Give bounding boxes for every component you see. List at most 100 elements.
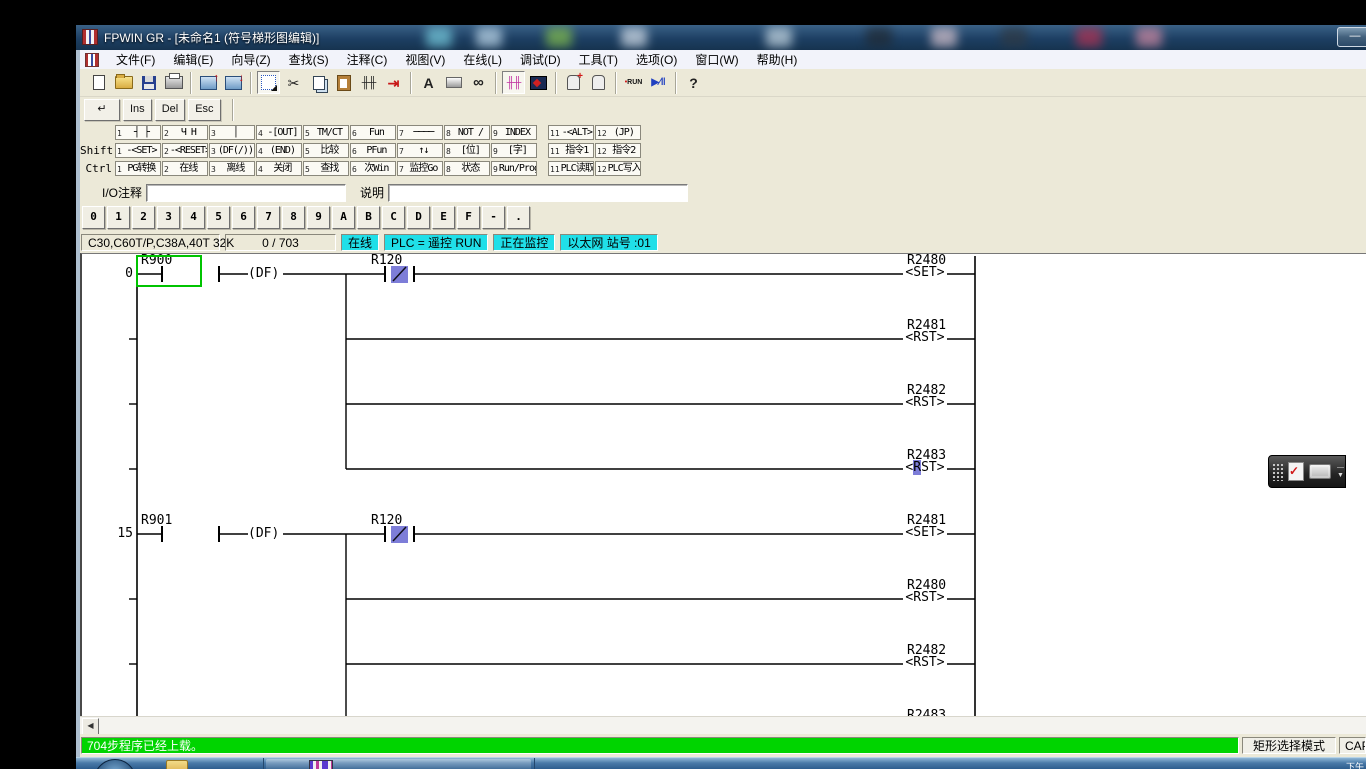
fkey-shift-f4[interactable]: 4(END) xyxy=(256,143,302,158)
fkey-shift-f1[interactable]: 1-<SET> xyxy=(115,143,161,158)
scroll-left-button[interactable]: ◀ xyxy=(82,718,99,735)
save-icon[interactable] xyxy=(137,71,160,94)
find-icon[interactable]: ∞ xyxy=(467,71,490,94)
numpad-key-A[interactable]: A xyxy=(332,206,355,229)
online-connect-icon[interactable]: + xyxy=(562,71,585,94)
minimize-button[interactable]: — xyxy=(1337,27,1366,47)
fkey-shift-f3[interactable]: 3(DF(/)) xyxy=(209,143,255,158)
fkey-ctrl-f9[interactable]: 9Run/Prog xyxy=(491,161,537,176)
online-status-badge[interactable]: 在线 xyxy=(341,234,379,251)
menu-options[interactable]: 选项(O) xyxy=(627,49,686,70)
fkey-shift-f2[interactable]: 2-<RESET> xyxy=(162,143,208,158)
numpad-key-5[interactable]: 5 xyxy=(207,206,230,229)
cut-icon[interactable]: ✂ xyxy=(282,71,305,94)
enter-key[interactable]: ↵ xyxy=(84,99,120,121)
offline-icon[interactable] xyxy=(587,71,610,94)
titlebar[interactable]: FPWIN GR - [未命名1 (符号梯形图编辑)] — xyxy=(76,25,1366,51)
numpad-key-3[interactable]: 3 xyxy=(157,206,180,229)
menu-help[interactable]: 帮助(H) xyxy=(748,49,807,70)
comment-block-icon[interactable] xyxy=(442,71,465,94)
menu-file[interactable]: 文件(F) xyxy=(107,49,164,70)
fkey-ctrl-f6[interactable]: 6次Win xyxy=(350,161,396,176)
fkey-ctrl-f8[interactable]: 8状态 xyxy=(444,161,490,176)
fkey-ctrl-f3[interactable]: 3离线 xyxy=(209,161,255,176)
document-icon[interactable] xyxy=(85,53,99,67)
plc-mode-badge[interactable]: PLC = 遥控 RUN xyxy=(384,234,488,251)
taskbar[interactable]: 下午 xyxy=(76,757,1366,769)
numpad-key-4[interactable]: 4 xyxy=(182,206,205,229)
paste-icon[interactable] xyxy=(332,71,355,94)
fkey-f9[interactable]: 9INDEX xyxy=(491,125,537,140)
fkey-f5[interactable]: 5TM/CT xyxy=(303,125,349,140)
menu-comment[interactable]: 注释(C) xyxy=(338,49,397,70)
run-prog-toggle-icon[interactable]: ▶⁄‖ xyxy=(647,71,670,94)
io-comment-input[interactable] xyxy=(146,184,346,202)
numpad-key-9[interactable]: 9 xyxy=(307,206,330,229)
description-input[interactable] xyxy=(388,184,688,202)
ins-key[interactable]: Ins xyxy=(123,99,152,121)
fkey-shift-f7[interactable]: 7↑↓ xyxy=(397,143,443,158)
print-icon[interactable] xyxy=(162,71,185,94)
ime-document-icon[interactable] xyxy=(1288,462,1304,481)
langbar-minimize-icon[interactable]: — xyxy=(1337,464,1344,472)
numpad-key-7[interactable]: 7 xyxy=(257,206,280,229)
fkey-f7[interactable]: 7──── xyxy=(397,125,443,140)
numpad-key-C[interactable]: C xyxy=(382,206,405,229)
convert-icon[interactable]: ⇥ xyxy=(382,71,405,94)
fkey-shift-f6[interactable]: 6PFun xyxy=(350,143,396,158)
numpad-key-0[interactable]: 0 xyxy=(82,206,105,229)
fkey-f4[interactable]: 4-[OUT] xyxy=(256,125,302,140)
open-icon[interactable] xyxy=(112,71,135,94)
run-mode-icon[interactable]: •RUN xyxy=(622,71,645,94)
menu-debug[interactable]: 调试(D) xyxy=(511,49,570,70)
del-key[interactable]: Del xyxy=(155,99,186,121)
numpad-key-F[interactable]: F xyxy=(457,206,480,229)
select-mode-icon[interactable] xyxy=(257,71,280,94)
fkey-f3[interactable]: 3│ xyxy=(209,125,255,140)
fkey-ctrl-f2[interactable]: 2在线 xyxy=(162,161,208,176)
fkey-ctrl-f1[interactable]: 1PG转换 xyxy=(115,161,161,176)
fkey-f11[interactable]: 11-<ALT> xyxy=(548,125,594,140)
fkey-f1[interactable]: 1┤ ├ xyxy=(115,125,161,140)
upload-from-plc-icon[interactable]: ↑ xyxy=(197,71,220,94)
fkey-ctrl-f4[interactable]: 4关闭 xyxy=(256,161,302,176)
help-icon[interactable]: ? xyxy=(682,71,705,94)
fkey-ctrl-f11[interactable]: 11PLC读取 xyxy=(548,161,594,176)
ladder-symbols-icon[interactable]: ╫╫ xyxy=(357,71,380,94)
fkey-f2[interactable]: 2Ч Н xyxy=(162,125,208,140)
langbar-options-icon[interactable]: ▼ xyxy=(1337,472,1344,480)
fkey-f8[interactable]: 8NOT / xyxy=(444,125,490,140)
fkey-f6[interactable]: 6Fun xyxy=(350,125,396,140)
keyboard-icon[interactable] xyxy=(1309,464,1331,479)
menu-online[interactable]: 在线(L) xyxy=(454,49,511,70)
numpad-key-6[interactable]: 6 xyxy=(232,206,255,229)
monitoring-badge[interactable]: 正在监控 xyxy=(493,234,555,251)
numpad-key-1[interactable]: 1 xyxy=(107,206,130,229)
fkey-shift-f9[interactable]: 9[字] xyxy=(491,143,537,158)
fkey-ctrl-f12[interactable]: 12PLC写入 xyxy=(595,161,641,176)
numpad-key-8[interactable]: 8 xyxy=(282,206,305,229)
numpad-key-B[interactable]: B xyxy=(357,206,380,229)
new-icon[interactable] xyxy=(87,71,110,94)
fkey-f12[interactable]: 12(JP) xyxy=(595,125,641,140)
text-icon[interactable]: A xyxy=(417,71,440,94)
numpad-key-2[interactable]: 2 xyxy=(132,206,155,229)
fkey-shift-f12[interactable]: 12指令2 xyxy=(595,143,641,158)
numpad-key--[interactable]: - xyxy=(482,206,505,229)
fkey-ctrl-f5[interactable]: 5查找 xyxy=(303,161,349,176)
menu-wizard[interactable]: 向导(Z) xyxy=(222,49,279,70)
menu-tools[interactable]: 工具(T) xyxy=(570,49,627,70)
fkey-ctrl-f7[interactable]: 7监控Go xyxy=(397,161,443,176)
menu-search[interactable]: 查找(S) xyxy=(280,49,338,70)
horizontal-scrollbar[interactable]: ◀ xyxy=(80,716,1366,735)
numpad-key-D[interactable]: D xyxy=(407,206,430,229)
menu-view[interactable]: 视图(V) xyxy=(396,49,454,70)
menu-window[interactable]: 窗口(W) xyxy=(686,49,747,70)
copy-icon[interactable] xyxy=(307,71,330,94)
fkey-shift-f8[interactable]: 8[位] xyxy=(444,143,490,158)
monitor-ladder-icon[interactable]: ╫╫ xyxy=(502,71,525,94)
numpad-key-.[interactable]: . xyxy=(507,206,530,229)
download-to-plc-icon[interactable]: ↓ xyxy=(222,71,245,94)
fkey-shift-f11[interactable]: 11指令1 xyxy=(548,143,594,158)
language-bar[interactable]: — ▼ xyxy=(1268,455,1346,488)
